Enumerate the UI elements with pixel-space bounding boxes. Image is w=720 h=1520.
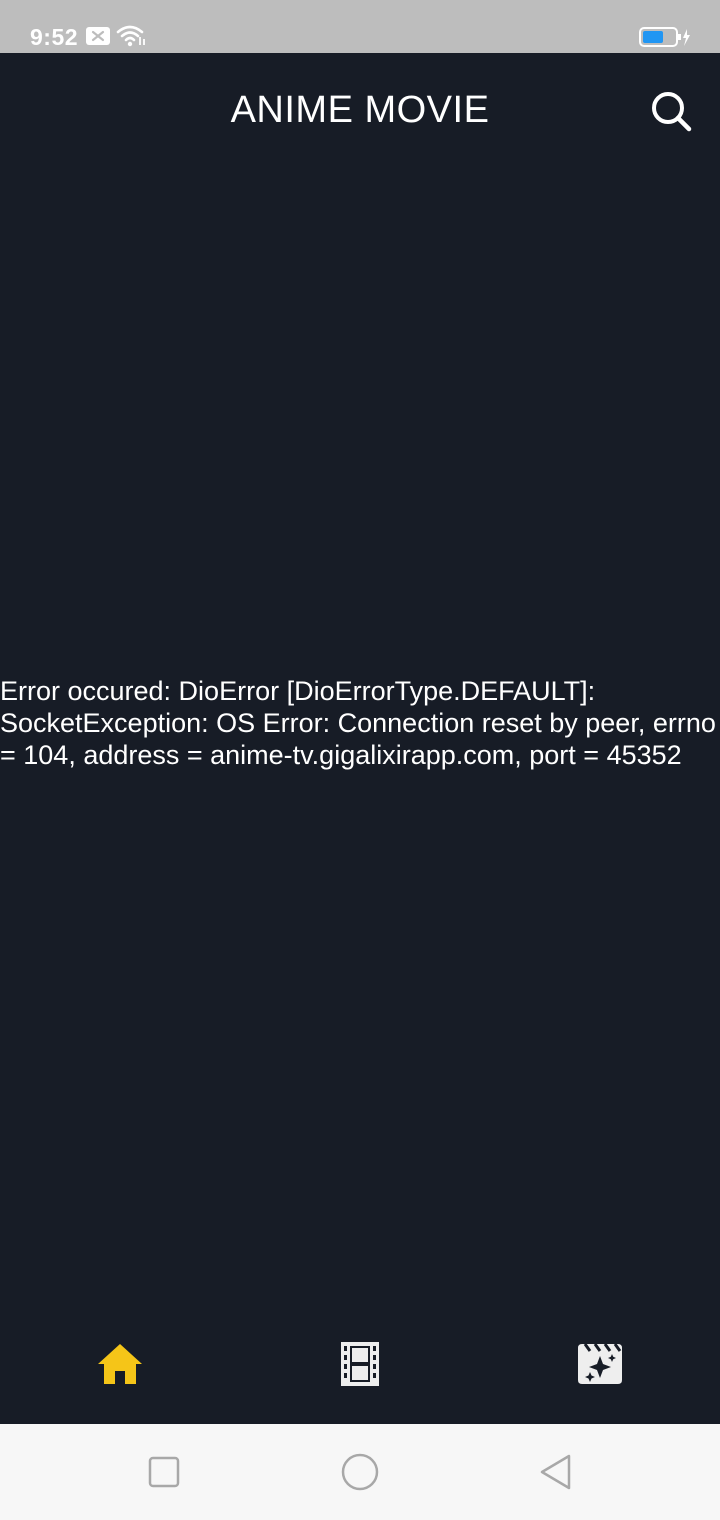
app-screen: 9:52 ANIME MOVIE Error occured: DioError [0, 0, 720, 1520]
recents-button[interactable] [144, 1452, 184, 1492]
search-icon[interactable] [648, 88, 694, 134]
nav-item-movies[interactable] [240, 1317, 480, 1424]
nav-item-home[interactable] [0, 1317, 240, 1424]
error-message: Error occured: DioError [DioErrorType.DE… [0, 676, 716, 770]
bottom-navigation [0, 1317, 720, 1424]
home-button[interactable] [340, 1452, 380, 1492]
home-icon [98, 1344, 142, 1384]
movie-filter-icon [578, 1343, 622, 1384]
status-bar: 9:52 [0, 0, 720, 53]
wifi-icon [116, 25, 145, 47]
main-content: Error occured: DioError [DioErrorType.DE… [0, 167, 720, 1317]
message-icon [86, 27, 110, 45]
app-title: ANIME MOVIE [230, 89, 490, 131]
status-time: 9:52 [30, 24, 79, 50]
nav-item-featured[interactable] [480, 1317, 720, 1424]
movie-film-icon [341, 1342, 379, 1386]
battery-charging-icon [639, 27, 690, 47]
system-navigation-bar [0, 1424, 720, 1520]
back-button[interactable] [536, 1452, 576, 1492]
app-bar: ANIME MOVIE [0, 53, 720, 167]
